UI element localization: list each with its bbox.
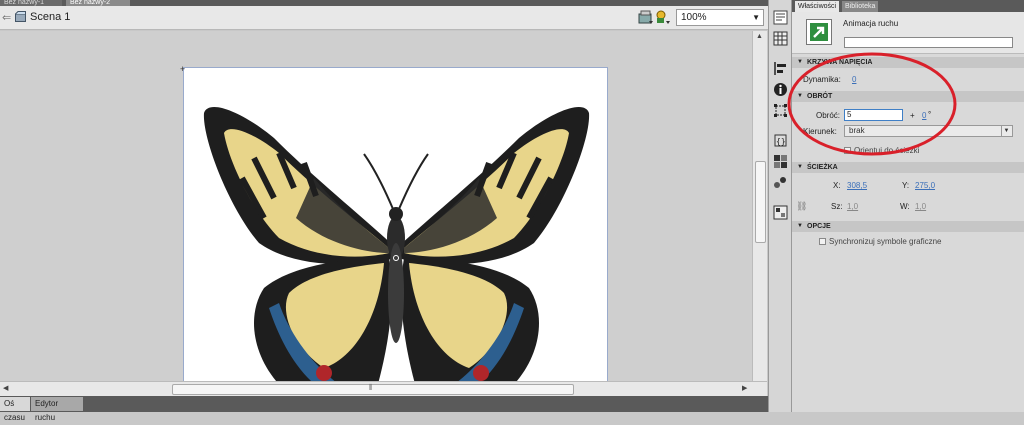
vertical-scrollbar[interactable]: ▲ [752,31,767,381]
height-label: W: [900,202,910,211]
tab-properties[interactable]: Właściwości [795,1,840,12]
stage-area[interactable]: + [0,31,752,381]
zoom-value: 100% [681,12,707,23]
annotation-ellipse [787,52,957,156]
panel-tabs: Właściwości Biblioteka [792,0,1024,12]
back-arrow-icon[interactable]: ⇐ [2,11,11,24]
sync-symbols-label: Synchronizuj symbole graficzne [829,237,942,246]
x-value[interactable]: 308,5 [847,181,867,190]
vertical-scroll-thumb[interactable] [755,161,766,243]
scroll-right-icon[interactable]: ▶ [742,384,747,392]
edit-bar: ⇐ Scena 1 100% ▼ [0,6,768,30]
y-value[interactable]: 275,0 [915,181,935,190]
panel-header: Animacja ruchu [792,12,1024,54]
tab-motion-editor[interactable]: Edytor ruchu [31,397,83,422]
section-path[interactable]: ▼ ŚCIEŻKA [792,162,1024,173]
tab-library[interactable]: Biblioteka [842,1,879,12]
motion-tween-icon [806,19,832,45]
zoom-select[interactable]: 100% ▼ [676,9,764,26]
horizontal-scroll-thumb[interactable]: ⦀ [172,383,574,395]
y-label: Y: [902,181,910,190]
butterfly-image[interactable] [184,68,609,381]
motion-presets-icon[interactable] [773,175,788,190]
svg-text:{}: {} [776,137,786,146]
artboard[interactable] [183,67,608,381]
chevron-down-icon: ▼ [797,223,803,229]
width-label: Sz: [831,202,843,211]
instance-name-input[interactable] [844,37,1013,48]
properties-icon[interactable] [773,10,788,25]
timeline-tabs: Oś czasu Edytor ruchu [0,396,768,422]
height-value[interactable]: 1,0 [915,202,926,211]
edit-scene-icon[interactable] [655,9,671,25]
horizontal-scrollbar[interactable]: ◀ ⦀ ▶ [0,381,767,396]
section-path-title: ŚCIEŻKA [807,164,838,171]
chevron-down-icon: ▼ [752,13,760,22]
sync-symbols-checkbox[interactable] [819,238,826,245]
object-type-label: Animacja ruchu [843,19,899,28]
section-options[interactable]: ▼ OPCJE [792,221,1024,232]
section-options-title: OPCJE [807,223,831,230]
edit-symbols-icon[interactable] [638,9,654,25]
arrow-up-right-icon [813,26,825,38]
grid-icon[interactable] [773,31,788,46]
x-label: X: [833,181,841,190]
width-value[interactable]: 1,0 [847,202,858,211]
scene-label[interactable]: Scena 1 [30,11,70,23]
chevron-down-icon: ▼ [797,164,803,170]
scene-icon [15,11,26,22]
tab-timeline[interactable]: Oś czasu [0,397,30,422]
chevron-down-icon: ▼ [1001,126,1011,136]
registration-mark-icon: + [180,64,186,74]
scroll-up-icon[interactable]: ▲ [756,33,763,40]
scroll-left-icon[interactable]: ◀ [3,384,8,392]
link-proportions-icon[interactable]: ⛓ [796,201,807,212]
grip-icon: ⦀ [369,383,373,392]
swatches-icon[interactable] [773,205,788,220]
